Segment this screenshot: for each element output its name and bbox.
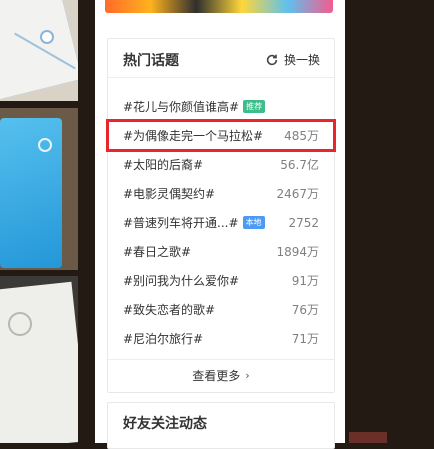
topic-count: 1894万	[276, 245, 319, 259]
topic-row[interactable]: #太阳的后裔# 56.7亿	[108, 150, 334, 179]
corner-decoration	[349, 432, 387, 443]
topic-count: 71万	[291, 332, 319, 346]
topic-name: #为偶像走完一个马拉松#	[123, 129, 264, 143]
chevron-right-icon: ›	[245, 368, 250, 382]
topic-name: #太阳的后裔#	[123, 158, 204, 172]
refresh-icon	[266, 54, 278, 65]
photo-blue-folder-thumbnail[interactable]	[0, 108, 78, 270]
topic-name: #致失恋者的歌#	[123, 303, 216, 317]
topic-row-highlighted[interactable]: #为偶像走完一个马拉松# 485万	[106, 119, 336, 152]
refresh-button[interactable]: 换一换	[265, 51, 320, 68]
topic-list: #花儿与你颜值谁高# 推荐 #为偶像走完一个马拉松# 485万 #太阳的后裔# …	[106, 92, 336, 353]
hot-topics-title: 热门话题	[123, 53, 179, 69]
local-tag: 本地	[242, 216, 265, 229]
friends-activity-card: 好友关注动态	[107, 402, 335, 449]
paper-circle-mark	[8, 312, 32, 336]
hot-topics-card: 热门话题 换一换 #花儿与你颜值谁高# 推荐 #为偶像走完一个马拉松# 485万…	[106, 38, 336, 393]
hot-topics-header: 热门话题 换一换	[108, 39, 334, 78]
topic-row[interactable]: #电影灵偶契约# 2467万	[108, 179, 334, 208]
blue-folder-shape	[0, 118, 62, 268]
topic-name: #别问我为什么爱你#	[123, 274, 240, 288]
topic-row[interactable]: #花儿与你颜值谁高# 推荐	[108, 92, 334, 121]
refresh-label: 换一换	[283, 53, 320, 67]
topic-row[interactable]: #春日之歌# 1894万	[108, 237, 334, 266]
photo-envelope-thumbnail[interactable]	[0, 0, 78, 101]
folder-button	[38, 138, 52, 152]
topic-name: #花儿与你颜值谁高#	[123, 100, 240, 114]
topic-row[interactable]: #普速列车将开通...# 本地 2752	[108, 208, 334, 237]
topic-row[interactable]: #尼泊尔旅行# 71万	[108, 324, 334, 353]
topic-count: 91万	[291, 274, 319, 288]
topic-name: #春日之歌#	[123, 245, 192, 259]
see-more-link[interactable]: 查看更多 ›	[108, 359, 334, 390]
topic-row[interactable]: #别问我为什么爱你# 91万	[108, 266, 334, 295]
envelope-shape	[0, 0, 78, 101]
recommend-tag: 推荐	[243, 100, 266, 113]
top-banner-image[interactable]	[105, 0, 333, 13]
topic-name: #电影灵偶契约#	[123, 187, 216, 201]
topic-count: 2752	[288, 215, 319, 230]
topic-name: #普速列车将开通...#	[123, 216, 239, 230]
topic-count: 56.7亿	[280, 158, 319, 172]
topic-count: 2467万	[276, 187, 319, 201]
envelope-button	[40, 30, 54, 44]
photo-paper-thumbnail[interactable]	[0, 276, 78, 443]
friends-activity-title: 好友关注动态	[123, 416, 207, 432]
paper-shape	[0, 281, 78, 443]
right-column: 热门话题 换一换 #花儿与你颜值谁高# 推荐 #为偶像走完一个马拉松# 485万…	[95, 0, 345, 449]
topic-count: 485万	[284, 129, 319, 143]
topic-row[interactable]: #致失恋者的歌# 76万	[108, 295, 334, 324]
topic-count: 76万	[291, 303, 319, 317]
topic-name: #尼泊尔旅行#	[123, 332, 204, 346]
see-more-label: 查看更多	[192, 368, 241, 383]
